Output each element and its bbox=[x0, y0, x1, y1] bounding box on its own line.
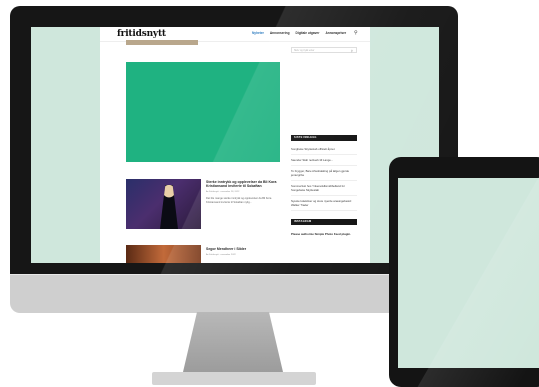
sidebar-post-link[interactable]: Nyeste kolektiver og store nyerde anaung… bbox=[291, 199, 357, 211]
post-meta: Av Fritidsnytt · november 2022 bbox=[206, 254, 236, 256]
sidebar-post-link[interactable]: To brygger, Bare Ahusbakking på lølgen g… bbox=[291, 169, 357, 181]
post-meta: Av Fritidsnytt · november 28, 2022 bbox=[206, 191, 240, 193]
site-logo[interactable]: fritidsnytt bbox=[117, 29, 166, 39]
sidebar-post-link[interactable]: Saunder Skär nettverk till Lange... bbox=[291, 158, 357, 166]
search-input[interactable]: Skriv og trykk enter ⚲ bbox=[291, 47, 357, 53]
search-placeholder: Skriv og trykk enter bbox=[294, 49, 315, 52]
featured-image-strip[interactable] bbox=[126, 40, 198, 45]
widget-title-instagram: INSTAGRAM bbox=[291, 219, 357, 225]
website-page: fritidsnytt Nyheter Annonsering Digitale… bbox=[100, 27, 370, 263]
sidebar: Skriv og trykk enter ⚲ SISTE INNLEGG Son… bbox=[291, 27, 359, 263]
widget-title-latest: SISTE INNLEGG bbox=[291, 135, 357, 141]
imac-stand-base bbox=[152, 372, 316, 385]
singer-figure bbox=[160, 185, 178, 229]
post-excerpt: Det ble mange sterke inntrykk og oppleve… bbox=[206, 197, 272, 204]
post-thumbnail[interactable] bbox=[126, 179, 201, 229]
tablet-device bbox=[389, 157, 539, 387]
sidebar-post-link[interactable]: Sommerfest hos Ynkenefellsmidtbelland fo… bbox=[291, 184, 357, 196]
post-thumbnail[interactable] bbox=[126, 245, 201, 263]
imac-screen: fritidsnytt Nyheter Annonsering Digitale… bbox=[31, 27, 439, 263]
sidebar-post-link[interactable]: Songbeke Skyttestab offisielt åpnet bbox=[291, 147, 357, 155]
post-title[interactable]: Sterke inntrykk og opplevelser da Bli Ko… bbox=[206, 180, 282, 188]
search-icon[interactable]: ⚲ bbox=[351, 48, 353, 54]
imac-stand bbox=[183, 312, 283, 372]
post-title[interactable]: Segor Mendheer i Sibler bbox=[206, 247, 246, 251]
nav-item-nyheter[interactable]: Nyheter bbox=[252, 31, 264, 35]
instagram-notice: Please authorize Simple Photo Feed plugi… bbox=[291, 232, 351, 236]
screen-glare bbox=[389, 157, 539, 387]
ad-banner[interactable] bbox=[126, 62, 280, 162]
nav-item-annonsering[interactable]: Annonsering bbox=[270, 31, 290, 35]
